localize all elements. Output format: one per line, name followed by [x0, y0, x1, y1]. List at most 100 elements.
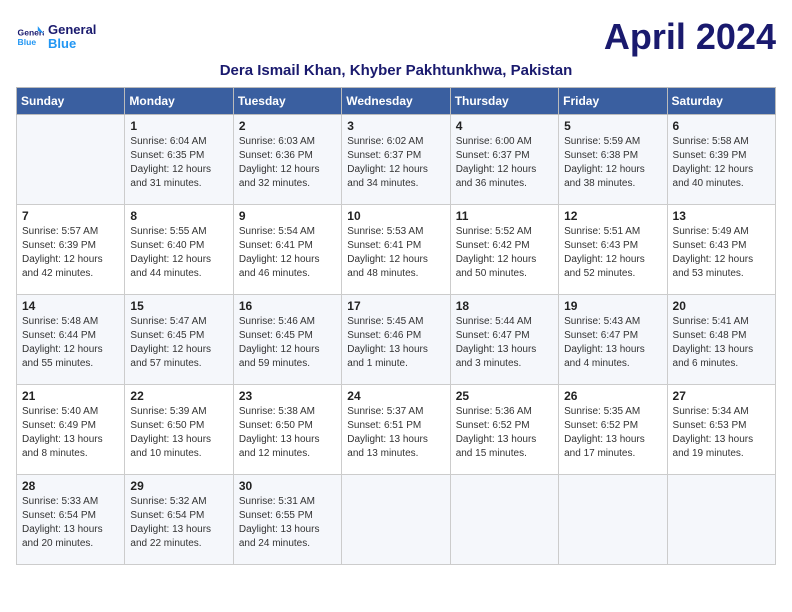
daylight-text: Daylight: 13 hours and 4 minutes.	[564, 343, 661, 371]
daylight-text: Daylight: 13 hours and 22 minutes.	[130, 523, 227, 551]
day-number: 25	[456, 389, 553, 403]
day-number: 29	[130, 479, 227, 493]
calendar-cell: 25Sunrise: 5:36 AMSunset: 6:52 PMDayligh…	[450, 385, 558, 475]
day-number: 22	[130, 389, 227, 403]
daylight-text: Daylight: 12 hours and 57 minutes.	[130, 343, 227, 371]
header: General Blue General Blue April 2024	[16, 16, 776, 58]
calendar-cell: 15 Sunrise: 5:47 AMSunset: 6:45 PMDayligh…	[125, 295, 233, 385]
calendar-cell: 3Sunrise: 6:02 AMSunset: 6:37 PMDaylight…	[342, 115, 450, 205]
day-number: 15	[130, 299, 227, 313]
daylight-text: Daylight: 13 hours and 10 minutes.	[130, 433, 227, 461]
logo-icon: General Blue	[16, 23, 44, 51]
sunset-text: Sunset: 6:41 PM	[347, 239, 444, 253]
calendar-cell: 29Sunrise: 5:32 AMSunset: 6:54 PMDayligh…	[125, 475, 233, 565]
day-number: 8	[130, 209, 227, 223]
column-header-monday: Monday	[125, 88, 233, 115]
daylight-text: Daylight: 12 hours and 55 minutes.	[22, 343, 119, 371]
sunset-text: Sunset: 6:54 PM	[22, 509, 119, 523]
daylight-text: Daylight: 12 hours and 50 minutes.	[456, 253, 553, 281]
sunrise-text: Sunrise: 6:02 AM	[347, 135, 444, 149]
logo-line2: Blue	[48, 37, 96, 51]
calendar-cell: 14Sunrise: 5:48 AMSunset: 6:44 PMDayligh…	[17, 295, 125, 385]
sunset-text: Sunset: 6:45 PM	[239, 329, 336, 343]
calendar-cell: 30Sunrise: 5:31 AMSunset: 6:55 PMDayligh…	[233, 475, 341, 565]
daylight-text: Daylight: 12 hours and 48 minutes.	[347, 253, 444, 281]
sunset-text: Sunset: 6:47 PM	[456, 329, 553, 343]
daylight-text: Daylight: 12 hours and 38 minutes.	[564, 163, 661, 191]
day-number: 11	[456, 209, 553, 223]
calendar-cell: 22Sunrise: 5:39 AMSunset: 6:50 PMDayligh…	[125, 385, 233, 475]
week-row-2: 7Sunrise: 5:57 AMSunset: 6:39 PMDaylight…	[17, 205, 776, 295]
column-header-saturday: Saturday	[667, 88, 775, 115]
day-number: 27	[673, 389, 770, 403]
calendar-cell: 8 Sunrise: 5:55 AMSunset: 6:40 PMDaylight…	[125, 205, 233, 295]
sunset-text: Sunset: 6:48 PM	[673, 329, 770, 343]
sunrise-text: Sunrise: 5:49 AM	[673, 225, 770, 239]
sunset-text: Sunset: 6:36 PM	[239, 149, 336, 163]
svg-text:Blue: Blue	[18, 37, 37, 47]
sunrise-text: Sunrise: 5:47 AM	[130, 315, 227, 329]
calendar-cell: 20Sunrise: 5:41 AMSunset: 6:48 PMDayligh…	[667, 295, 775, 385]
day-number: 12	[564, 209, 661, 223]
sunset-text: Sunset: 6:43 PM	[564, 239, 661, 253]
sunset-text: Sunset: 6:37 PM	[456, 149, 553, 163]
daylight-text: Daylight: 13 hours and 20 minutes.	[22, 523, 119, 551]
sunset-text: Sunset: 6:39 PM	[22, 239, 119, 253]
calendar-table: SundayMondayTuesdayWednesdayThursdayFrid…	[16, 87, 776, 565]
daylight-text: Daylight: 12 hours and 40 minutes.	[673, 163, 770, 191]
sunset-text: Sunset: 6:55 PM	[239, 509, 336, 523]
sunrise-text: Sunrise: 5:48 AM	[22, 315, 119, 329]
calendar-cell	[342, 475, 450, 565]
calendar-cell: 6Sunrise: 5:58 AMSunset: 6:39 PMDaylight…	[667, 115, 775, 205]
column-header-friday: Friday	[559, 88, 667, 115]
sunrise-text: Sunrise: 5:45 AM	[347, 315, 444, 329]
week-row-4: 21Sunrise: 5:40 AMSunset: 6:49 PMDayligh…	[17, 385, 776, 475]
daylight-text: Daylight: 12 hours and 53 minutes.	[673, 253, 770, 281]
sunrise-text: Sunrise: 5:34 AM	[673, 405, 770, 419]
sunset-text: Sunset: 6:38 PM	[564, 149, 661, 163]
day-number: 5	[564, 119, 661, 133]
calendar-body: 1Sunrise: 6:04 AMSunset: 6:35 PMDaylight…	[17, 115, 776, 565]
calendar-cell: 2Sunrise: 6:03 AMSunset: 6:36 PMDaylight…	[233, 115, 341, 205]
day-number: 17	[347, 299, 444, 313]
sunset-text: Sunset: 6:41 PM	[239, 239, 336, 253]
sunrise-text: Sunrise: 5:32 AM	[130, 495, 227, 509]
daylight-text: Daylight: 13 hours and 13 minutes.	[347, 433, 444, 461]
sunset-text: Sunset: 6:40 PM	[130, 239, 227, 253]
sunrise-text: Sunrise: 5:54 AM	[239, 225, 336, 239]
sunrise-text: Sunrise: 5:36 AM	[456, 405, 553, 419]
daylight-text: Daylight: 12 hours and 44 minutes.	[130, 253, 227, 281]
sunrise-text: Sunrise: 5:52 AM	[456, 225, 553, 239]
logo-line1: General	[48, 23, 96, 37]
calendar-cell: 16Sunrise: 5:46 AMSunset: 6:45 PMDayligh…	[233, 295, 341, 385]
month-title: April 2024	[604, 16, 776, 58]
calendar-cell: 10Sunrise: 5:53 AMSunset: 6:41 PMDayligh…	[342, 205, 450, 295]
calendar-cell: 28Sunrise: 5:33 AMSunset: 6:54 PMDayligh…	[17, 475, 125, 565]
sunset-text: Sunset: 6:50 PM	[239, 419, 336, 433]
sunrise-text: Sunrise: 6:03 AM	[239, 135, 336, 149]
calendar-cell: 5 Sunrise: 5:59 AMSunset: 6:38 PMDaylight…	[559, 115, 667, 205]
daylight-text: Daylight: 12 hours and 36 minutes.	[456, 163, 553, 191]
sunrise-text: Sunrise: 5:55 AM	[130, 225, 227, 239]
sunrise-text: Sunrise: 5:59 AM	[564, 135, 661, 149]
calendar-cell: 9Sunrise: 5:54 AMSunset: 6:41 PMDaylight…	[233, 205, 341, 295]
day-number: 16	[239, 299, 336, 313]
daylight-text: Daylight: 13 hours and 24 minutes.	[239, 523, 336, 551]
daylight-text: Daylight: 12 hours and 42 minutes.	[22, 253, 119, 281]
day-number: 3	[347, 119, 444, 133]
calendar-cell: 7Sunrise: 5:57 AMSunset: 6:39 PMDaylight…	[17, 205, 125, 295]
week-row-3: 14Sunrise: 5:48 AMSunset: 6:44 PMDayligh…	[17, 295, 776, 385]
sunrise-text: Sunrise: 5:41 AM	[673, 315, 770, 329]
sunrise-text: Sunrise: 5:38 AM	[239, 405, 336, 419]
day-number: 1	[130, 119, 227, 133]
day-number: 6	[673, 119, 770, 133]
day-number: 19	[564, 299, 661, 313]
sunrise-text: Sunrise: 5:57 AM	[22, 225, 119, 239]
daylight-text: Daylight: 13 hours and 6 minutes.	[673, 343, 770, 371]
day-number: 18	[456, 299, 553, 313]
calendar-cell	[17, 115, 125, 205]
sunset-text: Sunset: 6:45 PM	[130, 329, 227, 343]
daylight-text: Daylight: 12 hours and 59 minutes.	[239, 343, 336, 371]
day-number: 4	[456, 119, 553, 133]
daylight-text: Daylight: 13 hours and 15 minutes.	[456, 433, 553, 461]
